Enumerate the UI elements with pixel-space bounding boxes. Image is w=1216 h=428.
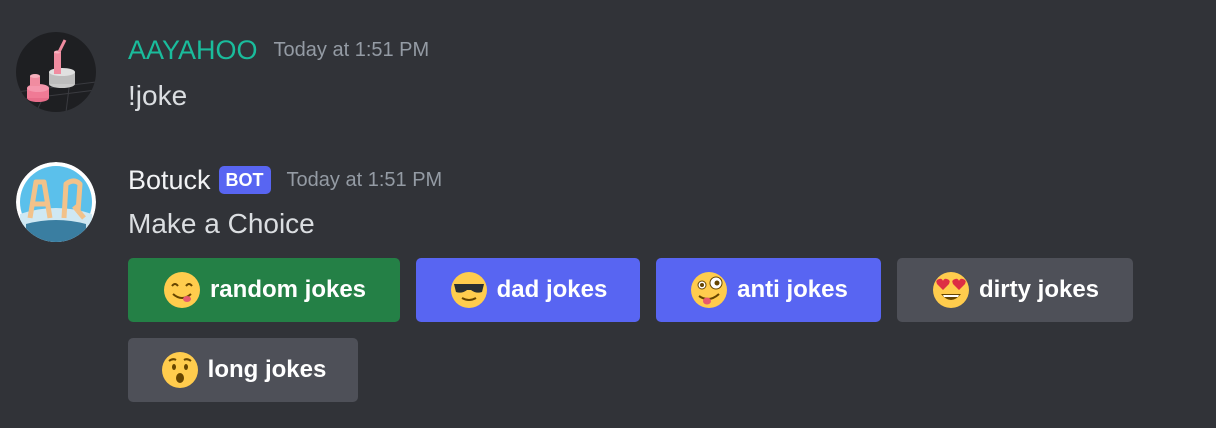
button-label: dad jokes bbox=[496, 276, 608, 303]
message-header: Botuck BOT Today at 1:51 PM bbox=[128, 162, 442, 198]
button-label: anti jokes bbox=[737, 276, 848, 303]
button-label: dirty jokes bbox=[978, 276, 1100, 303]
username[interactable]: AAYAHOO bbox=[128, 32, 258, 68]
zany-face-icon bbox=[691, 272, 728, 308]
button-label: long jokes bbox=[207, 356, 327, 383]
3d-shapes-avatar-icon bbox=[16, 32, 96, 112]
user-avatar[interactable] bbox=[16, 32, 96, 112]
random-jokes-button[interactable]: random jokes bbox=[128, 258, 400, 322]
long-jokes-button[interactable]: long jokes bbox=[128, 338, 358, 402]
timestamp: Today at 1:51 PM bbox=[286, 169, 443, 191]
button-label: random jokes bbox=[209, 276, 367, 303]
message-content: Make a Choice bbox=[128, 208, 315, 239]
message-content: !joke bbox=[128, 80, 188, 111]
dirty-jokes-button[interactable]: dirty jokes bbox=[897, 258, 1133, 322]
anti-jokes-button[interactable]: anti jokes bbox=[656, 258, 881, 322]
timestamp: Today at 1:51 PM bbox=[273, 39, 430, 61]
bot-tag: BOT bbox=[218, 166, 271, 194]
letters-avatar-icon bbox=[16, 162, 96, 242]
yum-face-icon bbox=[163, 272, 200, 308]
heart-eyes-face-icon bbox=[932, 272, 969, 308]
hushed-face-icon bbox=[161, 352, 198, 388]
username[interactable]: Botuck bbox=[128, 162, 211, 198]
bot-avatar[interactable] bbox=[16, 162, 96, 242]
sunglasses-face-icon bbox=[450, 272, 487, 308]
message-header: AAYAHOO Today at 1:51 PM bbox=[128, 32, 429, 68]
dad-jokes-button[interactable]: dad jokes bbox=[416, 258, 640, 322]
